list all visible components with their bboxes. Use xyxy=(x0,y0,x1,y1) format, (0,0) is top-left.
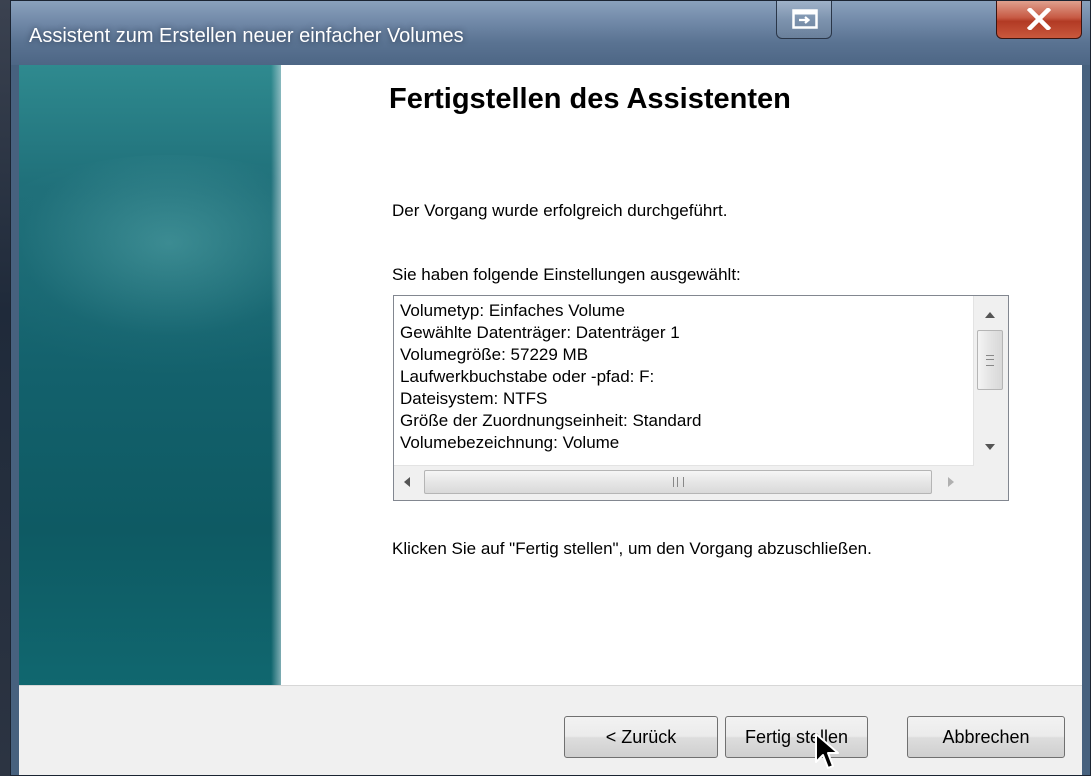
restore-button[interactable] xyxy=(776,1,832,39)
scrollbar-corner xyxy=(974,466,1008,500)
list-item: Volumebezeichnung: Volume xyxy=(400,433,620,452)
title-bar[interactable]: Assistent zum Erstellen neuer einfacher … xyxy=(11,1,1090,65)
finish-button[interactable]: Fertig stellen xyxy=(725,716,868,758)
settings-listbox[interactable]: Volumetyp: Einfaches Volume Gewählte Dat… xyxy=(393,295,1009,501)
mouse-pointer-icon xyxy=(815,733,839,769)
settings-label: Sie haben folgende Einstellungen ausgewä… xyxy=(392,265,741,284)
grip-icon xyxy=(986,355,994,366)
list-item: Dateisystem: NTFS xyxy=(400,389,548,408)
success-message: Der Vorgang wurde erfolgreich durchgefüh… xyxy=(392,201,728,220)
scroll-right-arrow-icon[interactable] xyxy=(948,477,954,487)
scroll-up-arrow-icon[interactable] xyxy=(985,312,995,318)
scroll-down-arrow-icon[interactable] xyxy=(985,444,995,450)
list-item: Laufwerkbuchstabe oder -pfad: F: xyxy=(400,367,655,386)
list-item: Volumetyp: Einfaches Volume xyxy=(400,301,625,320)
button-bar: < Zurück Fertig stellen Abbrechen xyxy=(19,685,1082,775)
settings-list: Volumetyp: Einfaches Volume Gewählte Dat… xyxy=(400,300,972,464)
scroll-left-arrow-icon[interactable] xyxy=(404,477,410,487)
grip-icon xyxy=(673,477,684,487)
list-item: Gewählte Datenträger: Datenträger 1 xyxy=(400,323,680,342)
close-button[interactable] xyxy=(996,1,1082,39)
cancel-button[interactable]: Abbrechen xyxy=(907,716,1065,758)
list-item: Volumegröße: 57229 MB xyxy=(400,345,589,364)
wizard-client-area: Fertigstellen des Assistenten Der Vorgan… xyxy=(19,65,1082,775)
wizard-banner-image xyxy=(19,65,281,685)
finish-instruction: Klicken Sie auf "Fertig stellen", um den… xyxy=(392,539,872,558)
horizontal-scroll-thumb[interactable] xyxy=(424,470,932,494)
close-icon xyxy=(1027,8,1051,30)
vertical-scrollbar[interactable] xyxy=(973,296,1008,466)
vertical-scroll-thumb[interactable] xyxy=(977,330,1003,390)
back-button[interactable]: < Zurück xyxy=(564,716,718,758)
horizontal-scrollbar[interactable] xyxy=(394,465,974,500)
list-item: Größe der Zuordnungseinheit: Standard xyxy=(400,411,702,430)
restore-window-icon xyxy=(792,9,818,29)
window-title: Assistent zum Erstellen neuer einfacher … xyxy=(29,25,464,47)
page-title: Fertigstellen des Assistenten xyxy=(389,83,791,115)
wizard-window: Assistent zum Erstellen neuer einfacher … xyxy=(10,0,1091,776)
